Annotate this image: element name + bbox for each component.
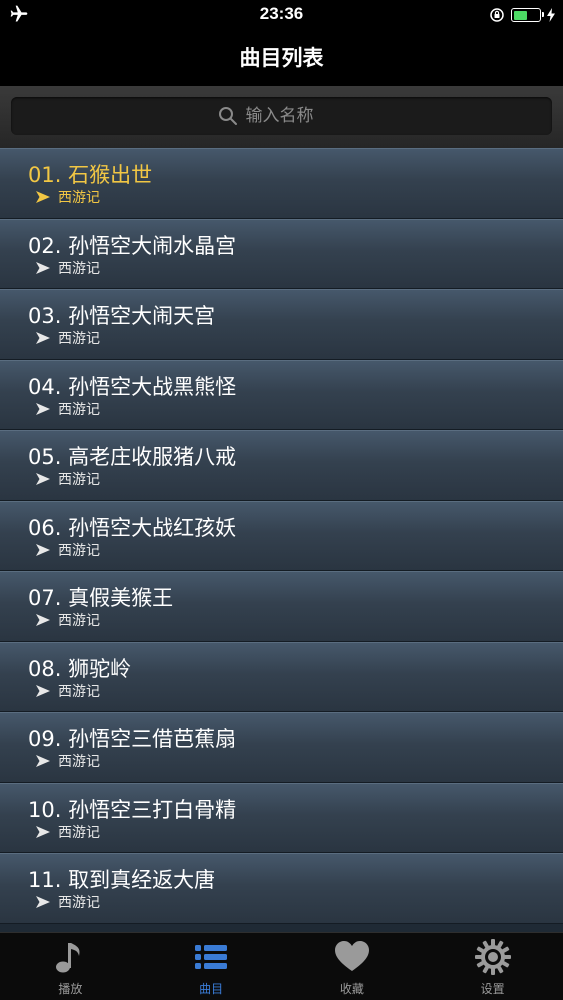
play-arrow-icon — [36, 191, 50, 203]
song-album: 西游记 — [58, 472, 100, 488]
page-title: 曲目列表 — [239, 46, 324, 70]
song-list-item[interactable]: 07. 真假美猴王 西游记 — [0, 571, 563, 642]
search-field[interactable] — [11, 97, 552, 135]
song-title: 08. 狮驼岭 — [28, 656, 132, 681]
status-bar: 23:36 — [0, 0, 563, 30]
navigation-bar: 曲目列表 — [0, 30, 563, 86]
tab-gear[interactable]: 设置 — [422, 933, 563, 1000]
music-note-icon — [56, 943, 80, 973]
song-album: 西游记 — [58, 824, 100, 841]
tab-heart[interactable]: 收藏 — [282, 933, 423, 1000]
tab-label: 播放 — [58, 982, 83, 996]
song-list-item[interactable]: 02. 孙悟空大闹水晶宫 西游记 — [0, 218, 563, 289]
play-arrow-icon — [36, 402, 50, 415]
heart-icon — [334, 941, 369, 971]
song-subtitle: 西游记 — [36, 399, 100, 419]
search-input[interactable] — [245, 106, 346, 126]
search-bar — [0, 86, 563, 148]
song-title: 10. 孙悟空三打白骨精 — [28, 797, 237, 822]
status-time: 23:36 — [259, 4, 304, 23]
play-arrow-icon — [36, 896, 50, 908]
song-title: 11. 取到真经返大唐 — [28, 868, 216, 892]
song-subtitle: 西游记 — [36, 469, 100, 489]
song-album: 西游记 — [58, 613, 100, 629]
song-list-item[interactable]: 10. 孙悟空三打白骨精 西游记 — [0, 782, 563, 853]
song-title: 02. 孙悟空大闹水晶宫 — [28, 233, 237, 258]
song-list: 01. 石猴出世 西游记 02. 孙悟空大闹水晶宫 西游记 03. 孙悟空大闹天… — [0, 148, 563, 933]
tab-music-note[interactable]: 播放 — [0, 933, 141, 1000]
song-subtitle: 西游记 — [36, 328, 100, 348]
song-list-item[interactable]: 11. 取到真经返大唐 西游记 — [0, 853, 563, 924]
play-arrow-icon — [36, 332, 50, 344]
song-list-item[interactable]: 01. 石猴出世 西游记 — [0, 148, 563, 219]
tab-label: 设置 — [480, 982, 505, 996]
app-screen: 23:36 曲目列表 输入名称 01. 石猴出世 西游记 02. 孙悟空大闹水晶… — [0, 0, 563, 1000]
song-title: 09. 孙悟空三借芭蕉扇 — [28, 727, 237, 751]
song-album: 西游记 — [58, 260, 100, 277]
gear-icon — [474, 939, 511, 975]
song-subtitle: 西游记 — [36, 187, 100, 207]
song-title: 03. 孙悟空大闹天宫 — [28, 304, 216, 328]
play-arrow-icon — [36, 261, 50, 274]
orientation-lock-icon — [490, 8, 504, 22]
play-arrow-icon — [36, 614, 50, 626]
list-icon — [195, 945, 228, 969]
song-title: 05. 高老庄收服猪八戒 — [28, 445, 237, 469]
tab-label: 收藏 — [339, 982, 364, 996]
song-subtitle: 西游记 — [36, 258, 100, 278]
song-album: 西游记 — [58, 190, 100, 206]
song-subtitle: 西游记 — [36, 892, 100, 912]
song-title: 04. 孙悟空大战黑熊怪 — [28, 374, 237, 399]
play-arrow-icon — [36, 755, 50, 767]
play-arrow-icon — [36, 543, 50, 556]
song-title: 07. 真假美猴王 — [28, 586, 174, 610]
song-title: 01. 石猴出世 — [28, 163, 153, 187]
search-icon — [218, 107, 237, 125]
battery-fill — [513, 10, 528, 20]
song-list-item[interactable]: 06. 孙悟空大战红孩妖 西游记 — [0, 500, 563, 571]
tab-label: 曲目 — [199, 982, 224, 996]
play-arrow-icon — [36, 473, 50, 485]
song-title: 06. 孙悟空大战红孩妖 — [28, 515, 237, 540]
song-album: 西游记 — [58, 754, 100, 770]
song-subtitle: 西游记 — [36, 681, 100, 701]
battery-cap — [542, 12, 544, 17]
song-list-item[interactable]: 04. 孙悟空大战黑熊怪 西游记 — [0, 359, 563, 430]
song-album: 西游记 — [58, 683, 100, 700]
song-album: 西游记 — [58, 895, 100, 911]
song-subtitle: 西游记 — [36, 540, 100, 560]
song-album: 西游记 — [58, 542, 100, 559]
play-arrow-icon — [36, 684, 50, 697]
song-list-item[interactable]: 03. 孙悟空大闹天宫 西游记 — [0, 289, 563, 360]
status-right — [489, 6, 555, 24]
tab-list[interactable]: 曲目 — [141, 933, 282, 1000]
charging-bolt-icon — [547, 8, 555, 22]
song-list-item[interactable]: 09. 孙悟空三借芭蕉扇 西游记 — [0, 712, 563, 783]
song-list-item[interactable]: 08. 狮驼岭 西游记 — [0, 641, 563, 712]
tab-bar: 播放 曲目 收藏 设置 — [0, 932, 563, 1000]
song-list-item[interactable]: 05. 高老庄收服猪八戒 西游记 — [0, 430, 563, 501]
play-arrow-icon — [36, 825, 50, 838]
song-subtitle: 西游记 — [36, 751, 100, 771]
song-album: 西游记 — [58, 331, 100, 347]
battery-icon — [511, 8, 544, 22]
song-album: 西游记 — [58, 401, 100, 418]
song-subtitle: 西游记 — [36, 822, 100, 842]
song-subtitle: 西游记 — [36, 610, 100, 630]
